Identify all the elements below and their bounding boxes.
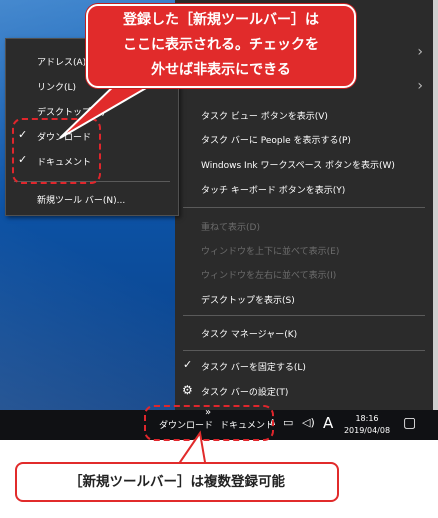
bottom-callout: ［新規ツールバー］は複数登録可能 — [15, 462, 339, 502]
top-callout-line-1: 登録した［新規ツールバー］は — [123, 12, 319, 28]
top-callout-pointer — [59, 79, 164, 139]
top-callout: 登録した［新規ツールバー］は ここに表示される。チェックを 外せば非表示にできる — [86, 4, 356, 88]
top-callout-line-3: 外せば非表示にできる — [151, 62, 291, 78]
top-callout-line-2: ここに表示される。チェックを — [123, 37, 319, 53]
